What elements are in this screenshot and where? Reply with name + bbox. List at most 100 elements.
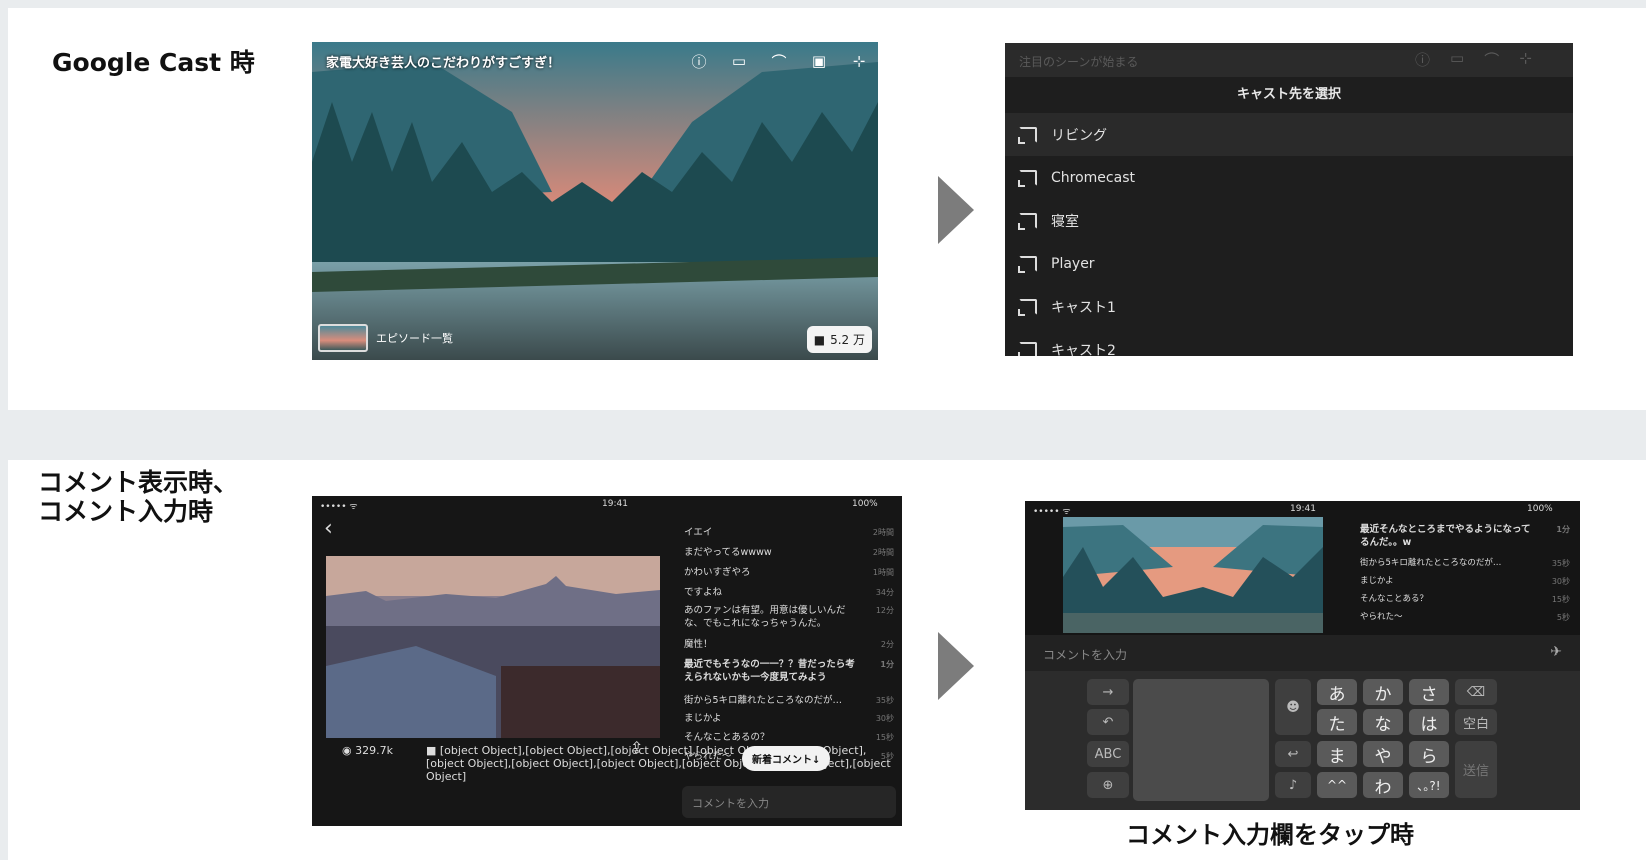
kana-key[interactable]: ま bbox=[1317, 741, 1357, 767]
comment-input[interactable]: コメントを入力 bbox=[1043, 648, 1127, 662]
comment-time: 15秒 bbox=[1551, 595, 1570, 604]
cast-device-item[interactable]: リビング bbox=[1005, 113, 1573, 156]
kana-key[interactable]: な bbox=[1363, 709, 1403, 735]
comment-input-bar[interactable]: コメントを入力 ✈ bbox=[1025, 635, 1580, 671]
cast-dialog-title: キャスト先を選択 bbox=[1236, 87, 1341, 102]
japanese-keyboard: → ↶ ABC ⊕ ☻ ↩ ♪ あ か さ た な は ま や ら ^^ わ ､… bbox=[1025, 671, 1580, 810]
comment-display-screenshot: ••••• ᯤ 19:41 100% ‹ ◉ 329.7k ■ [object … bbox=[312, 496, 902, 826]
status-time: 19:41 bbox=[602, 499, 628, 509]
comment-text: まだやってるwwww bbox=[684, 547, 772, 558]
list-item: あのファンは有望。用意は優しいんだな、でもこれになっちゃうんだ。 12分 bbox=[684, 604, 894, 630]
landscape-video-frame bbox=[1063, 517, 1323, 633]
cast-icon bbox=[1018, 212, 1037, 230]
comment-text: かわいすぎやろ bbox=[684, 567, 751, 578]
comment-time: 35秒 bbox=[1551, 559, 1570, 568]
kana-key[interactable]: ､｡?! bbox=[1409, 772, 1449, 798]
comment-text: 街から5キロ離れたところなのだが… bbox=[684, 695, 843, 706]
cast-icon bbox=[1018, 255, 1037, 273]
cast-icon bbox=[1018, 341, 1037, 356]
kana-key[interactable]: や bbox=[1363, 741, 1403, 767]
comment-text: 最近でもそうなの一一？？昔だったら考えられないかも一今度見てみよう bbox=[684, 659, 855, 683]
delete-key[interactable]: ⌫ bbox=[1455, 679, 1497, 705]
globe-icon[interactable]: ⊕ bbox=[1087, 772, 1129, 798]
list-item: ですよね 34分 bbox=[684, 586, 894, 599]
twitter-icon[interactable]: ✈ bbox=[1550, 644, 1562, 660]
comment-time: 2時間 bbox=[872, 528, 894, 537]
comment-time: 1分 bbox=[1556, 525, 1570, 534]
comment-list: イエイ 2時間 まだやってるwwww 2時間 かわいすぎやろ 1時間 ですよね 34分 … bbox=[676, 496, 902, 826]
comment-text: 街から5キロ離れたところなのだが… bbox=[1360, 558, 1502, 568]
cast-device-item[interactable]: Chromecast bbox=[1005, 156, 1573, 199]
comment-time: 2時間 bbox=[872, 548, 894, 557]
kana-key[interactable]: あ bbox=[1317, 679, 1357, 705]
back-icon[interactable]: ‹ bbox=[324, 516, 333, 541]
cast-device-item[interactable]: Player bbox=[1005, 242, 1573, 285]
signal-icon: ••••• ᯤ bbox=[1033, 507, 1071, 517]
airplay-icon[interactable]: ▭ bbox=[728, 50, 750, 72]
list-item: イエイ 2時間 bbox=[684, 526, 894, 539]
mic-icon[interactable]: ♪ bbox=[1275, 772, 1311, 798]
episode-list-button[interactable]: エピソード一覧 bbox=[318, 324, 453, 352]
comment-text: そんなことある？ bbox=[1360, 594, 1429, 604]
status-time: 19:41 bbox=[1290, 504, 1316, 514]
cast-device-item[interactable]: 寝室 bbox=[1005, 199, 1573, 242]
comment-icon: ■ bbox=[813, 332, 826, 347]
kana-key[interactable]: さ bbox=[1409, 679, 1449, 705]
cast-device-label: キャスト2 bbox=[1051, 342, 1116, 357]
list-item: そんなことある？ 15秒 bbox=[1360, 593, 1570, 606]
emoji-icon[interactable]: ☻ bbox=[1275, 679, 1311, 735]
kana-key[interactable]: か bbox=[1363, 679, 1403, 705]
settings-icon[interactable]: ▣ bbox=[808, 50, 830, 72]
send-key[interactable]: 送信 bbox=[1455, 741, 1497, 798]
share-icon[interactable]: ⇪ bbox=[630, 738, 643, 757]
list-item: 最近でもそうなの一一？？昔だったら考えられないかも一今度見てみよう 1分 bbox=[684, 658, 894, 684]
signal-icon: ••••• ᯤ bbox=[320, 502, 358, 512]
cast-icon bbox=[1018, 169, 1037, 187]
dimmed-controls: ⓘ ▭ ⌒ ⊹ bbox=[1415, 49, 1532, 70]
comment-input-screenshot: ••••• ᯤ 19:41 100% 最近そんなところまでやるようになってるんだ… bbox=[1025, 501, 1580, 810]
kana-key[interactable]: は bbox=[1409, 709, 1449, 735]
abc-key[interactable]: ABC bbox=[1087, 741, 1129, 767]
comment-text: まじかよ bbox=[1360, 576, 1394, 586]
kana-key[interactable]: た bbox=[1317, 709, 1357, 735]
cast-device-item[interactable]: キャスト1 bbox=[1005, 285, 1573, 328]
city-video-frame bbox=[326, 556, 660, 738]
list-item: かわいすぎやろ 1時間 bbox=[684, 566, 894, 579]
cast-device-item[interactable]: キャスト2 bbox=[1005, 328, 1573, 356]
new-comment-button[interactable]: 新着コメント↓ bbox=[742, 746, 831, 771]
tap-caption: コメント入力欄をタップ時 bbox=[1126, 821, 1414, 849]
list-item: 街から5キロ離れたところなのだが… 35秒 bbox=[1360, 557, 1570, 570]
list-item: やられた〜 5秒 bbox=[1360, 611, 1570, 624]
backward-key[interactable]: ↩ bbox=[1275, 741, 1311, 767]
comment-text: そんなことあるの？ bbox=[684, 732, 770, 743]
info-icon[interactable]: ⓘ bbox=[688, 50, 710, 72]
exit-fullscreen-icon[interactable]: ⊹ bbox=[848, 50, 870, 72]
landscape-video-frame bbox=[312, 42, 878, 360]
cast-device-label: 寝室 bbox=[1051, 213, 1079, 230]
video-player-screenshot: 家電大好き芸人のこだわりがすごすぎ！ ⓘ ▭ ⌒ ▣ ⊹ エピソード一覧 ■ 5.… bbox=[312, 42, 878, 360]
kana-key[interactable]: ^^ bbox=[1317, 772, 1357, 798]
cast-device-label: Player bbox=[1051, 255, 1095, 272]
cast-icon[interactable]: ⌒ bbox=[768, 50, 790, 72]
space-key[interactable]: 空白 bbox=[1455, 709, 1497, 735]
comment-text: まじかよ bbox=[684, 713, 722, 724]
comment-count-badge[interactable]: ■ 5.2 万 bbox=[806, 326, 872, 353]
cast-device-label: リビング bbox=[1051, 127, 1107, 144]
comment-time: 5秒 bbox=[1556, 613, 1570, 622]
candidate-area bbox=[1133, 679, 1269, 801]
dimmed-player-bar: 注目のシーンが始まる ⓘ ▭ ⌒ ⊹ bbox=[1005, 43, 1573, 77]
list-item: そんなことあるの？ 15秒 bbox=[684, 731, 894, 744]
video-title: 家電大好き芸人のこだわりがすごすぎ！ bbox=[326, 56, 561, 71]
comment-text: ですよね bbox=[684, 587, 723, 598]
comment-section-title: コメント表示時、 コメント入力時 bbox=[38, 468, 239, 526]
battery-level: 100% bbox=[1527, 504, 1553, 514]
episode-thumbnail bbox=[318, 324, 368, 352]
undo-key[interactable]: ↶ bbox=[1087, 709, 1129, 735]
airplay-icon: ▭ bbox=[1450, 49, 1465, 67]
comment-text: 魔性！ bbox=[684, 639, 713, 650]
comment-input[interactable]: コメントを入力 bbox=[682, 786, 896, 818]
kana-key[interactable]: ら bbox=[1409, 741, 1449, 767]
comment-count: 5.2 万 bbox=[830, 333, 865, 347]
kana-key[interactable]: わ bbox=[1363, 772, 1403, 798]
arrow-right-key[interactable]: → bbox=[1087, 679, 1129, 705]
